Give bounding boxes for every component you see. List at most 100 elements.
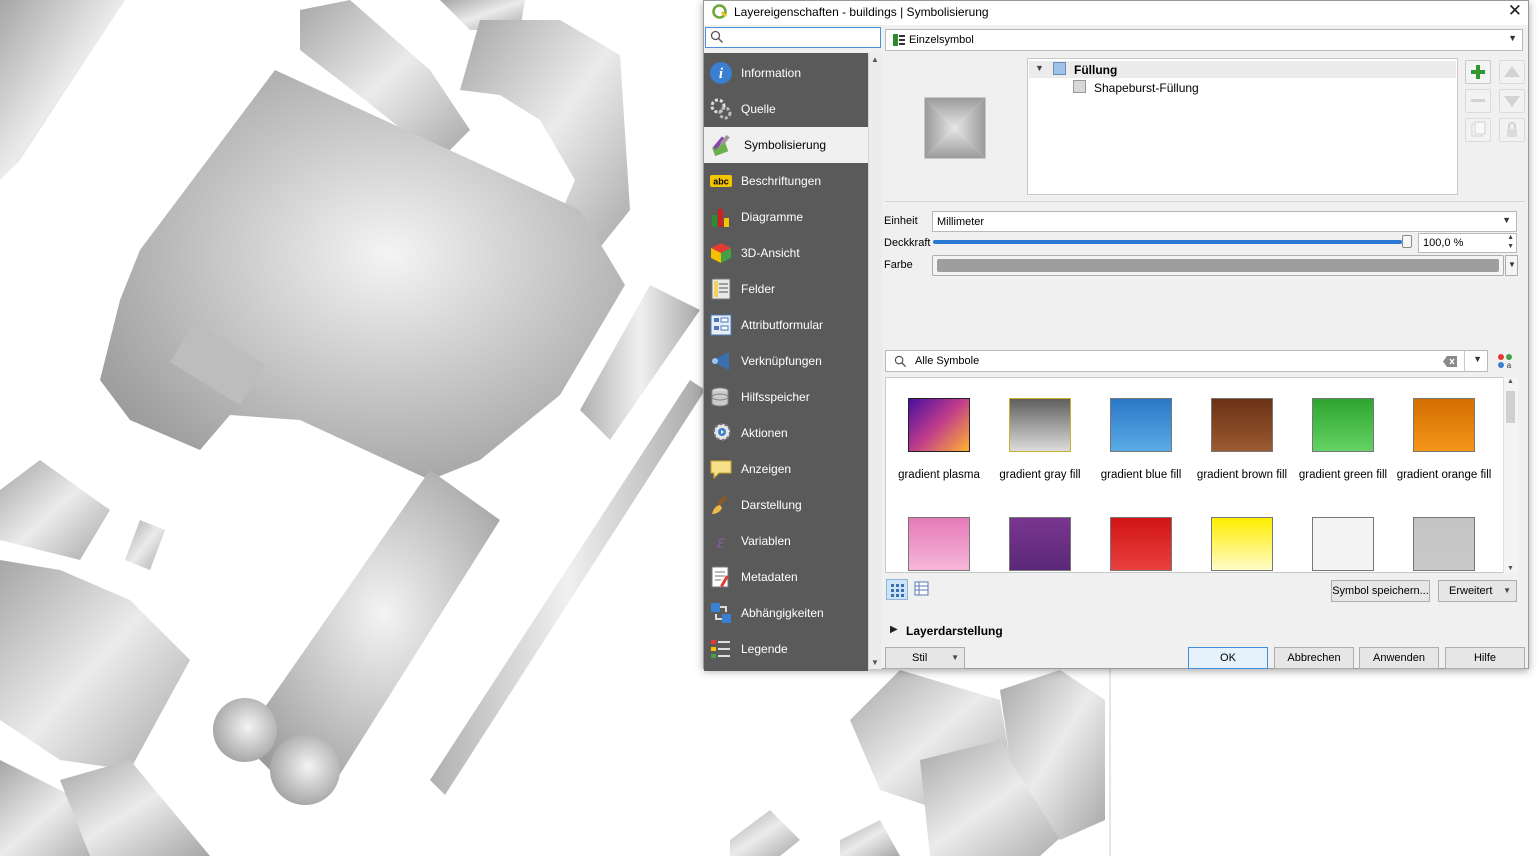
symbol-swatch [1312, 398, 1374, 452]
sidebar-item-diagrams[interactable]: Diagramme [704, 199, 868, 235]
sidebar-item-3d-view[interactable]: 3D-Ansicht [704, 235, 868, 271]
tree-collapse-icon[interactable]: ▼ [1035, 63, 1044, 73]
close-icon[interactable]: ✕ [1508, 1, 1522, 21]
symbol-item[interactable]: gradient green fill [1293, 378, 1393, 483]
sidebar-item-symbology[interactable]: Symbolisierung [704, 127, 868, 163]
renderer-type-value: Einzelsymbol [909, 34, 974, 46]
grid-view-icon [891, 584, 904, 597]
legend-icon [711, 640, 730, 658]
sidebar-item-legend[interactable]: Legende [704, 631, 868, 667]
ok-button[interactable]: OK [1188, 647, 1268, 669]
symbol-item[interactable]: gradient gray fill [990, 378, 1090, 483]
expand-arrow-icon[interactable]: ▶ [890, 624, 898, 635]
renderer-type-select[interactable]: Einzelsymbol ▼ [885, 29, 1523, 51]
symbol-swatch [1110, 517, 1172, 571]
nav-search-box[interactable] [705, 27, 881, 48]
sidebar-item-dependencies[interactable]: Abhängigkeiten [704, 595, 868, 631]
scrollbar-thumb[interactable] [1506, 391, 1515, 423]
spin-up-icon[interactable]: ▲ [1507, 234, 1514, 241]
scroll-down-icon[interactable]: ▼ [1507, 565, 1514, 572]
clear-icon[interactable] [1443, 356, 1457, 367]
symbol-swatch [1110, 398, 1172, 452]
sidebar-item-labels[interactable]: abc Beschriftungen [704, 163, 868, 199]
move-up-button[interactable] [1499, 60, 1525, 84]
symbol-library-search[interactable]: Alle Symbole ▼ [885, 350, 1488, 372]
symbol-item[interactable]: gradient plasma [889, 378, 989, 483]
symbol-item[interactable] [1293, 497, 1393, 572]
qgis-logo-icon [712, 4, 727, 19]
symbol-grid-scrollbar[interactable]: ▲ ▼ [1503, 377, 1518, 573]
add-layer-button[interactable] [1465, 60, 1491, 84]
nav-search-input[interactable] [730, 29, 876, 45]
arrow-down-icon [1504, 96, 1520, 107]
symbol-item[interactable]: gradient orange fill [1394, 378, 1494, 483]
sidebar-item-metadata[interactable]: Metadaten [704, 559, 868, 595]
help-button[interactable]: Hilfe [1445, 647, 1525, 669]
sidebar-item-variables[interactable]: ε Variablen [704, 523, 868, 559]
symbol-swatch [1211, 517, 1273, 571]
sidebar-item-source[interactable]: Quelle [704, 91, 868, 127]
duplicate-layer-button[interactable] [1465, 118, 1491, 142]
unit-select[interactable]: Millimeter ▼ [932, 211, 1517, 232]
move-down-button[interactable] [1499, 89, 1525, 113]
cancel-button[interactable]: Abbrechen [1274, 647, 1354, 669]
sidebar-item-actions[interactable]: Aktionen [704, 415, 868, 451]
chevron-down-icon[interactable]: ▼ [1473, 354, 1482, 364]
symbol-item[interactable]: gradient blue fill [1091, 378, 1191, 483]
symbol-item[interactable] [1091, 497, 1191, 572]
sidebar-nav: i Information Quelle Symbolisierung abc … [704, 53, 868, 671]
chevron-down-icon: ▼ [1508, 260, 1516, 269]
symbol-item[interactable] [889, 497, 989, 572]
sidebar-item-label: Hilfsspeicher [741, 390, 810, 404]
tree-row-fill[interactable]: ▼ Füllung [1029, 61, 1456, 78]
style-manager-icon[interactable]: a [1497, 353, 1513, 369]
sidebar-item-fields[interactable]: Felder [704, 271, 868, 307]
scroll-down-icon[interactable]: ▼ [871, 658, 879, 667]
advanced-button[interactable]: Erweitert ▼ [1438, 580, 1517, 602]
symbol-name: gradient brown fill [1196, 469, 1288, 481]
opacity-slider-fill [933, 240, 1402, 244]
opacity-slider-handle[interactable] [1402, 235, 1412, 248]
symbol-item[interactable]: gradient brown fill [1192, 378, 1292, 483]
information-icon: i [710, 62, 732, 84]
labels-icon: abc [710, 175, 732, 187]
save-symbol-button[interactable]: Symbol speichern... [1331, 580, 1430, 602]
list-view-button[interactable] [911, 579, 933, 600]
joins-icon [711, 352, 729, 370]
icon-view-button[interactable] [886, 579, 908, 600]
search-icon [710, 30, 723, 43]
sidebar-scrollbar[interactable]: ▲ ▼ [868, 53, 882, 669]
remove-layer-button[interactable] [1465, 89, 1491, 113]
symbol-name: gradient blue fill [1100, 469, 1182, 481]
scroll-up-icon[interactable]: ▲ [871, 55, 879, 64]
sidebar-item-joins[interactable]: Verknüpfungen [704, 343, 868, 379]
symbol-preview [924, 97, 986, 159]
sidebar-item-attribute-form[interactable]: Attributformular [704, 307, 868, 343]
sidebar-item-auxiliary-storage[interactable]: Hilfsspeicher [704, 379, 868, 415]
symbol-item[interactable] [990, 497, 1090, 572]
opacity-slider[interactable] [933, 235, 1412, 248]
color-menu-button[interactable]: ▼ [1505, 255, 1518, 276]
sidebar-item-rendering[interactable]: Darstellung [704, 487, 868, 523]
sidebar-item-label: Legende [741, 642, 788, 656]
symbol-item[interactable] [1394, 497, 1494, 572]
spin-down-icon[interactable]: ▼ [1507, 243, 1514, 250]
apply-button[interactable]: Anwenden [1359, 647, 1439, 669]
tree-row-shapeburst[interactable]: Shapeburst-Füllung [1029, 79, 1456, 96]
symbol-swatch [1413, 398, 1475, 452]
diagrams-icon [712, 209, 729, 227]
style-button[interactable]: Stil ▼ [885, 647, 965, 669]
sidebar-item-label: Anzeigen [741, 462, 792, 476]
sidebar-item-label: Verknüpfungen [741, 354, 822, 368]
sidebar-item-information[interactable]: i Information [704, 55, 868, 91]
opacity-spinbox[interactable]: 100,0 % ▲ ▼ [1418, 233, 1517, 253]
layer-rendering-label[interactable]: Layerdarstellung [906, 624, 1003, 638]
dependencies-icon [711, 603, 731, 623]
symbol-name: gradient green fill [1298, 469, 1388, 481]
sidebar-item-display[interactable]: Anzeigen [704, 451, 868, 487]
color-button[interactable] [932, 255, 1504, 276]
lock-layer-button[interactable] [1499, 118, 1525, 142]
symbol-item[interactable] [1192, 497, 1292, 572]
scroll-up-icon[interactable]: ▲ [1507, 378, 1514, 385]
sidebar-item-label: Felder [741, 282, 776, 296]
